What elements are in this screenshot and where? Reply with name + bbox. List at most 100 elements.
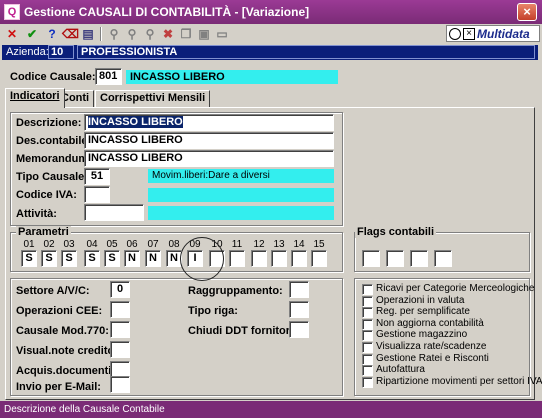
parametro-number: 15 [313,239,325,250]
attivita-description [148,206,334,220]
chiudi-ddt-label: Chiudi DDT fornitori: [188,325,297,337]
cancel-icon[interactable]: ✕ [4,26,20,42]
parametro-input[interactable]: S [21,250,37,267]
checkbox[interactable] [362,365,373,377]
attivita-label: Attività: [16,208,57,220]
parametro-input[interactable] [311,250,327,267]
checkbox[interactable] [362,307,373,319]
parametro-number: 12 [253,239,265,250]
highlight-circle [180,237,224,281]
invio-email-input[interactable] [110,376,130,393]
codice-causale-input[interactable]: 801 [95,68,122,85]
close-button[interactable]: × [517,3,537,21]
causale-770-label: Causale Mod.770: [16,325,109,337]
azienda-name: PROFESSIONISTA [77,45,535,59]
tipo-riga-input[interactable] [289,301,309,318]
checkbox-label: Autofattura [376,364,425,376]
parametro-input[interactable] [291,250,307,267]
parametro-number: 08 [168,239,180,250]
operazioni-cee-label: Operazioni CEE: [16,305,103,317]
raggruppamento-label: Raggruppamento: [188,285,283,297]
chiudi-ddt-input[interactable] [289,321,309,338]
checkbox-label: Operazioni in valuta [376,294,465,306]
help-icon[interactable]: ? [44,26,60,42]
parametro-number: 14 [293,239,305,250]
toolbar-separator [100,27,102,41]
checkbox[interactable] [362,376,373,388]
checkbox-label: Ripartizione movimenti per settori IVA [376,375,542,387]
paste-icon[interactable]: ▣ [196,26,212,42]
checkbox-label: Visualizza rate/scadenze [376,341,487,352]
memorandum-label: Memorandum: [16,153,92,165]
search-icon[interactable]: ⚲ [106,26,122,42]
parametro-input[interactable]: N [145,250,161,267]
title-bar[interactable]: Q Gestione CAUSALI DI CONTABILITÀ - [Var… [0,0,542,24]
codice-causale-label: Codice Causale: [10,71,96,83]
confirm-icon[interactable]: ✔ [24,26,40,42]
parametro-input[interactable]: S [104,250,120,267]
parametro-input[interactable] [271,250,287,267]
tipo-riga-label: Tipo riga: [188,305,238,317]
tab-label: Conti [61,92,90,104]
window-title: Gestione CAUSALI DI CONTABILITÀ - [Varia… [24,5,310,19]
checkbox[interactable] [362,330,373,342]
parametri-title: Parametri [16,226,71,238]
flags-title: Flags contabili [355,226,437,238]
descrizione-input[interactable]: INCASSO LIBERO [84,114,334,131]
tab-corrispettivi-mensili[interactable]: Corrispettivi Mensili [95,90,211,107]
azienda-code: 10 [48,45,74,59]
parametro-input[interactable]: S [61,250,77,267]
codice-iva-label: Codice IVA: [16,189,77,201]
raggruppamento-input[interactable] [289,281,309,298]
book-icon[interactable]: ▤ [80,26,96,42]
parametro-input[interactable] [251,250,267,267]
descontabile-input[interactable]: INCASSO LIBERO [84,132,334,149]
status-bar: Descrizione della Causale Contabile [0,401,542,418]
settore-input[interactable]: 0 [110,281,130,298]
visual-note-credito-label: Visual.note credito: [16,345,118,357]
search-all-icon[interactable]: ⚲ [142,26,158,42]
circle-icon [449,28,461,40]
parametro-number: 03 [63,239,75,250]
print-icon[interactable]: ▭ [214,26,230,42]
parametro-input[interactable]: N [124,250,140,267]
invio-email-label: Invio per E-Mail: [16,381,101,393]
parametro-number: 06 [126,239,138,250]
checkbox[interactable] [362,295,373,307]
codice-iva-input[interactable] [84,186,110,203]
codice-causale-description: INCASSO LIBERO [126,70,338,84]
flag-input[interactable] [410,250,428,267]
settore-label: Settore A/V/C: [16,285,90,297]
flag-input[interactable] [362,250,380,267]
cross-box-icon: × [463,28,475,40]
checkbox[interactable] [362,318,373,330]
checkbox-label: Gestione Ratei e Risconti [376,352,489,364]
checkbox-label: Non aggiorna contabilità [376,317,484,329]
parametro-input[interactable]: S [41,250,57,267]
search-next-icon[interactable]: ⚲ [124,26,140,42]
parametro-number: 02 [43,239,55,250]
checkbox[interactable] [362,342,373,353]
checkbox[interactable] [362,284,373,295]
operazioni-cee-input[interactable] [110,301,130,318]
copy-icon[interactable]: ❐ [178,26,194,42]
tipo-causale-label: Tipo Causale: [16,171,88,183]
causale-770-input[interactable] [110,321,130,338]
parametro-input[interactable] [229,250,245,267]
tipo-causale-input[interactable]: 51 [84,168,110,185]
memorandum-input[interactable]: INCASSO LIBERO [84,150,334,167]
tab-label: Corrispettivi Mensili [100,92,206,104]
checkbox-label: Gestione magazzino [376,329,468,341]
azienda-bar: Azienda: 10 PROFESSIONISTA [2,45,538,60]
visual-note-credito-input[interactable] [110,341,130,358]
flag-input[interactable] [434,250,452,267]
checkbox[interactable] [362,353,373,365]
flag-input[interactable] [386,250,404,267]
delete-record-icon[interactable]: ✖ [160,26,176,42]
attivita-input[interactable] [84,204,144,221]
tab-indicatori[interactable]: Indicatori [5,88,65,108]
app-logo-icon[interactable]: Q [4,4,20,20]
checkbox-label: Reg. per semplificate [376,306,470,318]
delete-icon[interactable]: ⌫ [62,26,79,42]
parametro-input[interactable]: S [84,250,100,267]
